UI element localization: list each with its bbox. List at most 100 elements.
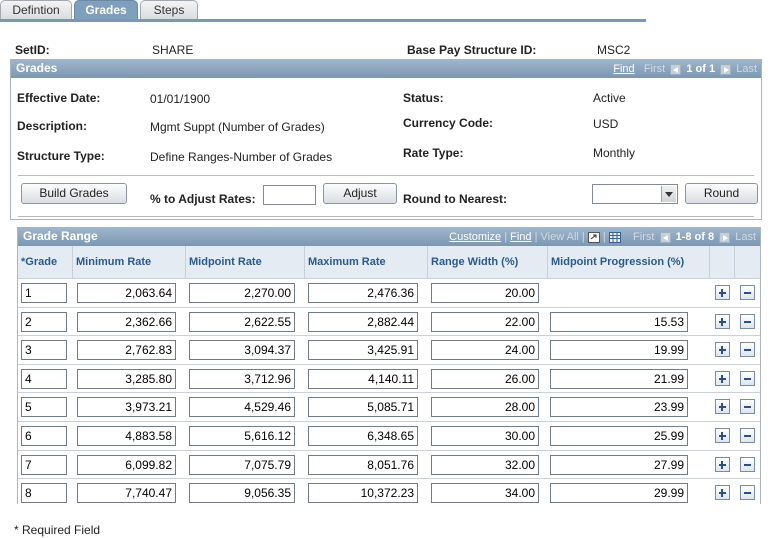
minimum-rate-input[interactable]: 7,740.47 [77, 483, 176, 504]
range-width-input[interactable]: 26.00 [431, 368, 539, 389]
grade-input[interactable]: 1 [21, 283, 67, 303]
range-width-input[interactable]: 22.00 [431, 311, 539, 332]
minus-icon[interactable] [740, 285, 755, 300]
description-value: Mgmt Suppt (Number of Grades) [150, 120, 325, 134]
round-button[interactable]: Round [685, 183, 758, 204]
grade-range-last-label: Last [735, 231, 756, 243]
grades-find-link[interactable]: Find [613, 63, 634, 75]
range-width-input[interactable]: 28.00 [431, 397, 539, 418]
table-row: 1 2,063.64 2,270.00 2,476.36 20.00 [18, 278, 760, 306]
plus-icon[interactable] [715, 285, 730, 300]
minimum-rate-input[interactable]: 2,362.66 [77, 311, 176, 332]
tab-steps[interactable]: Steps [140, 0, 198, 20]
midpoint-rate-input[interactable]: 2,622.55 [189, 311, 295, 332]
range-width-input[interactable]: 20.00 [431, 283, 539, 303]
minus-icon[interactable] [740, 370, 755, 386]
zoom-grid-icon[interactable] [587, 231, 600, 243]
minus-icon[interactable] [740, 485, 755, 501]
plus-icon[interactable] [715, 428, 730, 443]
table-row: 2 2,362.66 2,622.55 2,882.44 22.00 15.53 [18, 306, 760, 335]
maximum-rate-input[interactable]: 2,882.44 [308, 311, 418, 332]
customize-link[interactable]: Customize [449, 231, 501, 243]
tab-defintion[interactable]: Defintion [0, 0, 72, 20]
maximum-rate-input[interactable]: 8,051.76 [308, 454, 418, 475]
range-width-input[interactable]: 30.00 [431, 426, 539, 446]
grade-input[interactable]: 4 [21, 368, 67, 389]
grade-range-find-link[interactable]: Find [510, 231, 531, 243]
grade-range-count: 1-8 of 8 [675, 231, 715, 243]
column-header-midpoint-progression[interactable]: Midpoint Progression (%) [548, 246, 710, 278]
midpoint-progression-input[interactable]: 29.99 [550, 483, 688, 504]
grade-input[interactable]: 2 [21, 311, 67, 332]
plus-icon[interactable] [715, 370, 730, 386]
pct-adjust-input[interactable] [263, 185, 316, 205]
next-icon[interactable] [719, 231, 731, 243]
plus-icon[interactable] [715, 313, 730, 329]
maximum-rate-input[interactable]: 4,140.11 [308, 368, 418, 389]
table-row: 7 6,099.82 7,075.79 8,051.76 32.00 27.99 [18, 449, 760, 478]
range-width-input[interactable]: 34.00 [431, 483, 539, 504]
midpoint-progression-input[interactable]: 23.99 [550, 397, 688, 418]
midpoint-rate-input[interactable]: 2,270.00 [189, 283, 295, 303]
midpoint-rate-input[interactable]: 9,056.35 [189, 483, 295, 504]
tab-grades[interactable]: Grades [74, 0, 138, 21]
grade-input[interactable]: 8 [21, 483, 67, 504]
minimum-rate-input[interactable]: 2,762.83 [77, 340, 176, 361]
minus-icon[interactable] [740, 399, 755, 415]
plus-icon[interactable] [715, 342, 730, 358]
midpoint-rate-input[interactable]: 4,529.46 [189, 397, 295, 418]
midpoint-progression-input[interactable]: 27.99 [550, 454, 688, 475]
previous-icon[interactable] [659, 231, 671, 243]
plus-icon[interactable] [715, 399, 730, 415]
minimum-rate-input[interactable]: 3,285.80 [77, 368, 176, 389]
status-label: Status: [403, 91, 444, 105]
maximum-rate-input[interactable]: 6,348.65 [308, 426, 418, 446]
build-grades-button[interactable]: Build Grades [21, 183, 127, 204]
minimum-rate-input[interactable]: 2,063.64 [77, 283, 176, 303]
next-icon[interactable] [720, 63, 732, 75]
midpoint-rate-input[interactable]: 7,075.79 [189, 454, 295, 475]
grade-input[interactable]: 5 [21, 397, 67, 418]
grade-range-grid: Grade Range Customize | Find | View All … [17, 227, 761, 507]
pct-adjust-label: % to Adjust Rates: [150, 192, 256, 206]
range-width-input[interactable]: 32.00 [431, 454, 539, 475]
round-to-nearest-select[interactable] [592, 184, 678, 204]
download-grid-icon[interactable] [608, 231, 621, 243]
midpoint-progression-input[interactable]: 15.53 [550, 311, 688, 332]
column-header-minimum-rate[interactable]: Minimum Rate [73, 246, 186, 278]
plus-icon[interactable] [715, 485, 730, 501]
column-header-midpoint-rate[interactable]: Midpoint Rate [186, 246, 305, 278]
midpoint-progression-input[interactable]: 19.99 [550, 340, 688, 361]
midpoint-progression-input[interactable]: 25.99 [550, 426, 688, 446]
minus-icon[interactable] [740, 428, 755, 443]
adjust-button[interactable]: Adjust [323, 183, 397, 204]
grade-input[interactable]: 7 [21, 454, 67, 475]
base-pay-structure-value: MSC2 [597, 43, 631, 57]
grade-input[interactable]: 3 [21, 340, 67, 361]
column-header-delete [735, 246, 760, 278]
column-header-range-width[interactable]: Range Width (%) [428, 246, 548, 278]
column-header-grade: *Grade [18, 246, 73, 278]
column-header-maximum-rate[interactable]: Maximum Rate [305, 246, 428, 278]
maximum-rate-input[interactable]: 3,425.91 [308, 340, 418, 361]
minimum-rate-input[interactable]: 4,883.58 [77, 426, 176, 446]
midpoint-progression-input[interactable]: 21.99 [550, 368, 688, 389]
plus-icon[interactable] [715, 456, 730, 472]
minus-icon[interactable] [740, 456, 755, 472]
divider [18, 216, 754, 217]
chevron-down-icon[interactable] [661, 186, 676, 202]
minus-icon[interactable] [740, 342, 755, 358]
previous-icon[interactable] [670, 63, 682, 75]
range-width-input[interactable]: 24.00 [431, 340, 539, 361]
midpoint-rate-input[interactable]: 3,094.37 [189, 340, 295, 361]
minimum-rate-input[interactable]: 6,099.82 [77, 454, 176, 475]
maximum-rate-input[interactable]: 10,372.23 [308, 483, 418, 504]
maximum-rate-input[interactable]: 5,085.71 [308, 397, 418, 418]
setid-value: SHARE [152, 43, 194, 57]
grade-input[interactable]: 6 [21, 426, 67, 446]
midpoint-rate-input[interactable]: 3,712.96 [189, 368, 295, 389]
minimum-rate-input[interactable]: 3,973.21 [77, 397, 176, 418]
maximum-rate-input[interactable]: 2,476.36 [308, 283, 418, 303]
midpoint-rate-input[interactable]: 5,616.12 [189, 426, 295, 446]
minus-icon[interactable] [740, 313, 755, 329]
